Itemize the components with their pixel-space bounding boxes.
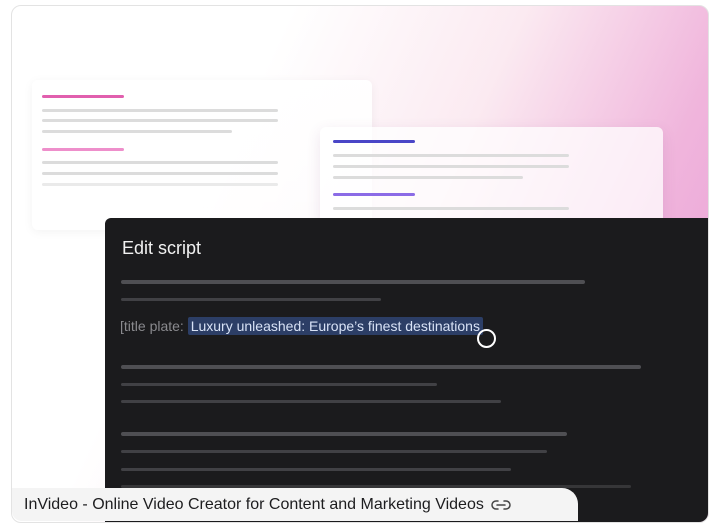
cursor-icon [477,329,496,348]
card-heading-line [42,95,124,98]
card-text-line [333,154,569,157]
card-text-line [42,161,278,164]
card-text-line [333,176,523,179]
script-text-line [121,450,547,453]
script-text-line [121,298,381,301]
card-heading-line [333,193,415,196]
card-text-line [42,109,278,112]
link-icon[interactable] [491,499,511,511]
card-text-line [42,172,278,175]
link-caption[interactable]: InVideo - Online Video Creator for Conte… [12,488,578,521]
caption-text: InVideo - Online Video Creator for Conte… [24,495,484,513]
selected-text[interactable]: Luxury unleashed: Europe’s finest destin… [187,317,483,335]
card-heading-line [333,140,415,143]
title-plate-line[interactable]: [title plate: Luxury unleashed: Europe’s… [120,317,483,335]
card-text-line [42,183,278,186]
script-text-line [121,400,501,403]
script-text-line [121,280,585,284]
background-script-card [320,127,663,227]
script-text-line [121,383,437,386]
edit-script-panel: Edit script [title plate: Luxury unleash… [105,218,708,522]
preview-image-frame[interactable]: Edit script [title plate: Luxury unleash… [11,5,709,523]
card-text-line [333,165,569,168]
card-text-line [333,207,569,210]
title-plate-prefix: [title plate: [120,318,188,334]
script-text-line [121,468,511,471]
script-text-line [121,432,567,436]
card-text-line [42,119,278,122]
panel-title: Edit script [122,238,202,258]
script-text-line [121,365,641,369]
card-text-line [42,130,232,133]
card-heading-line [42,148,124,151]
